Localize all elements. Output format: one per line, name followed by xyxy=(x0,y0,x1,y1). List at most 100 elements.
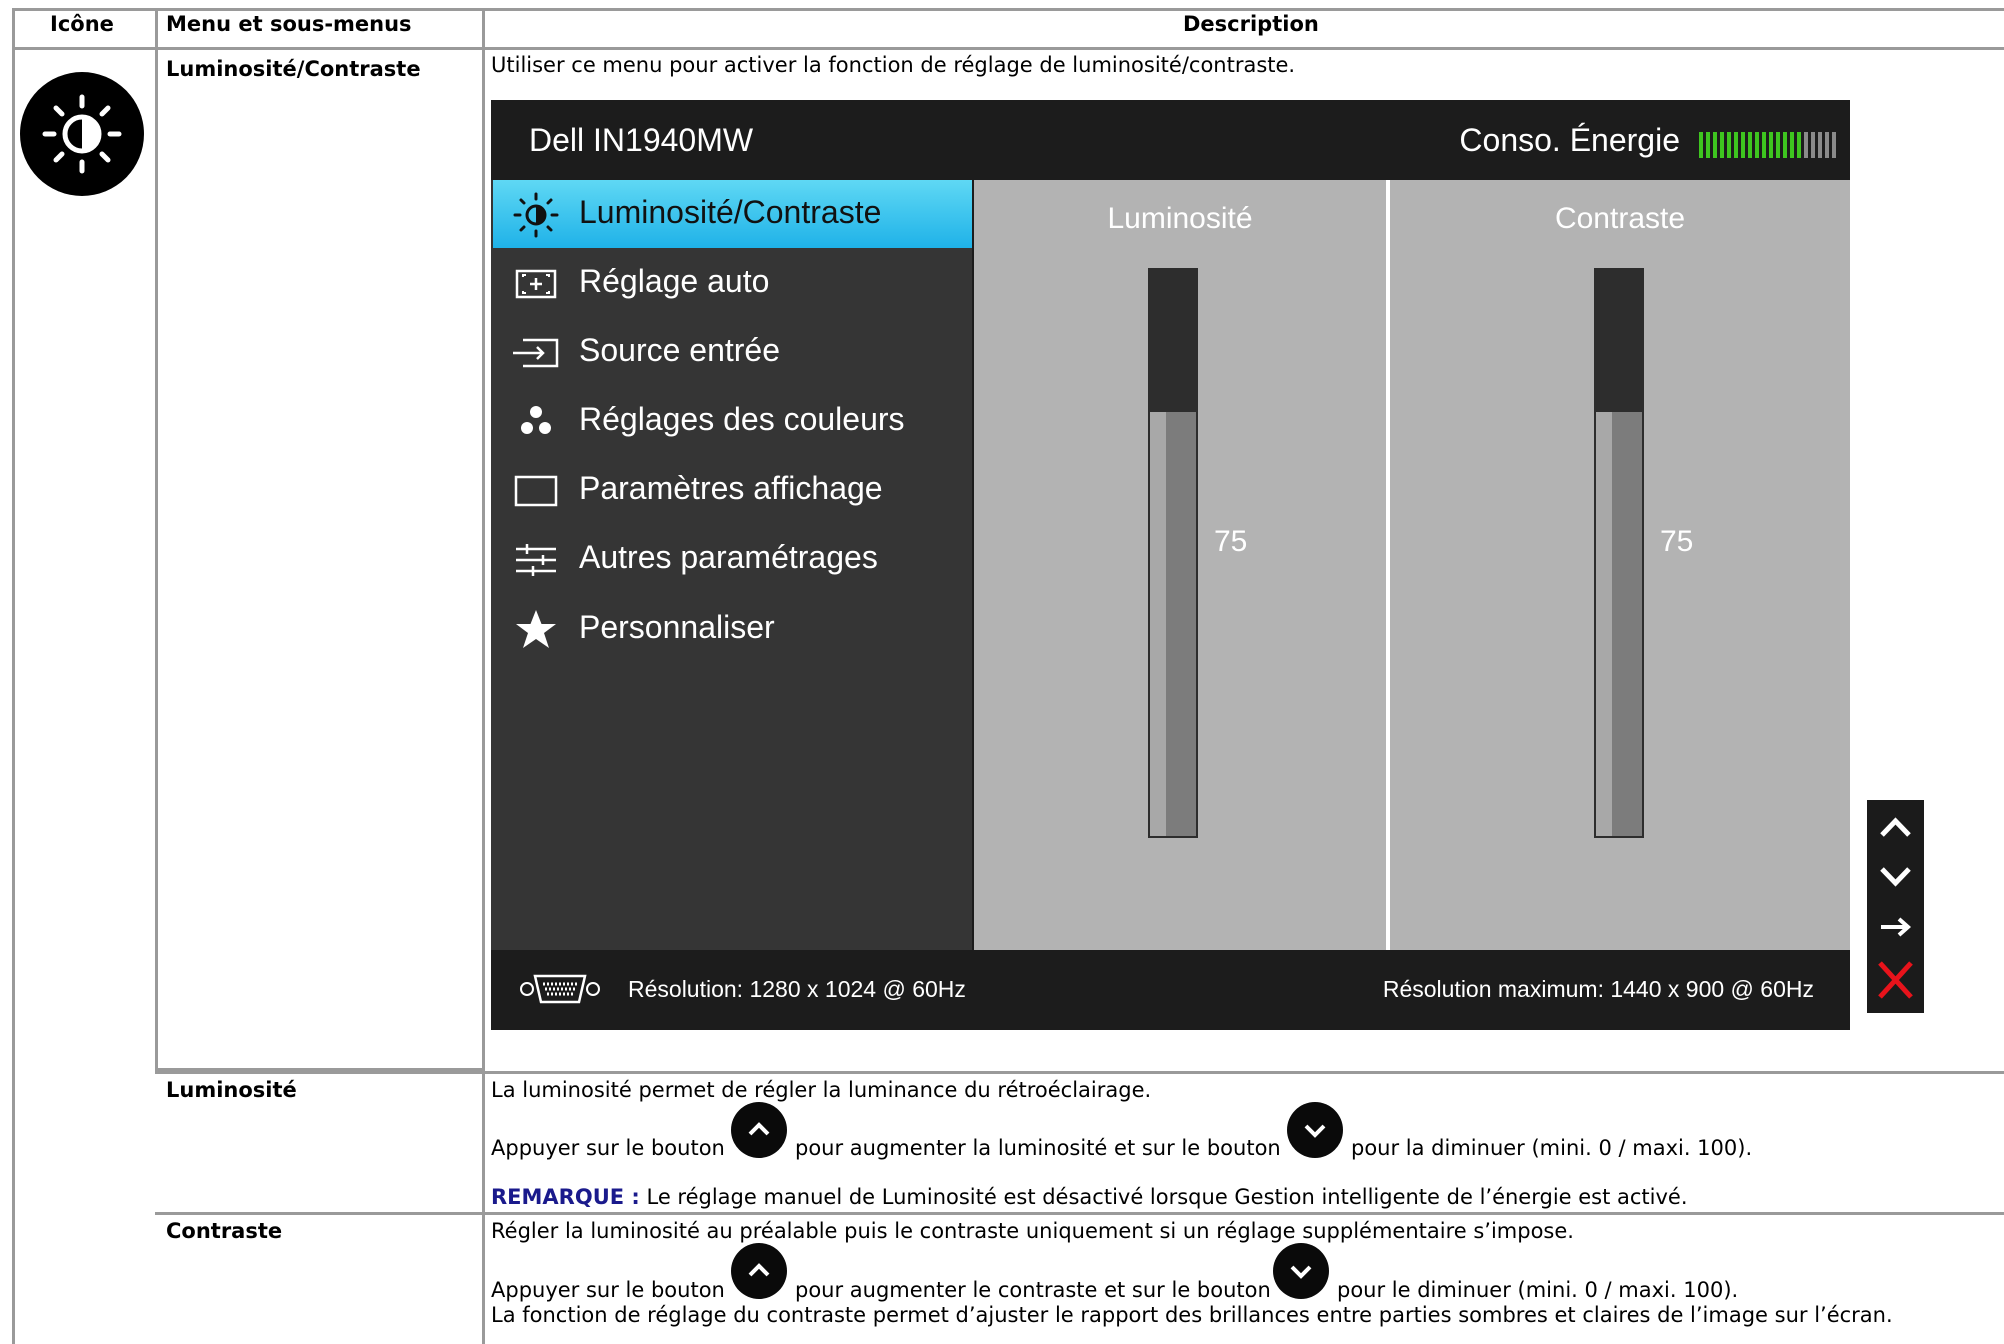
osd-menu-label: Autres paramétrages xyxy=(579,539,878,575)
osd-max-resolution: Résolution maximum: 1440 x 900 @ 60Hz xyxy=(1382,976,1814,1002)
energy-segment xyxy=(1748,132,1752,158)
brightness-panel: Luminosité 75 xyxy=(974,180,1386,950)
header-menu: Menu et sous-menus xyxy=(166,12,412,36)
energy-segment xyxy=(1741,132,1745,158)
down-button xyxy=(1287,1102,1343,1158)
brightness-instruction-a: Appuyer sur le bouton xyxy=(491,1136,725,1160)
right-arrow-icon[interactable] xyxy=(1867,902,1924,952)
brightness-slider[interactable] xyxy=(1148,268,1198,838)
osd-energy-label: Conso. Énergie xyxy=(1459,122,1680,158)
row-2-bottom-border xyxy=(155,1212,2004,1215)
star-icon xyxy=(516,610,556,648)
brightness-panel-title: Luminosité xyxy=(1107,202,1253,235)
other-settings-icon xyxy=(516,544,556,576)
brightness-slider-fill xyxy=(1150,411,1196,836)
note-label: REMARQUE : xyxy=(491,1185,640,1209)
menu-label-contrast: Contraste xyxy=(166,1219,283,1243)
osd-menu-label: Paramètres affichage xyxy=(579,470,883,506)
energy-segment xyxy=(1804,132,1808,158)
osd-menu-label: Personnaliser xyxy=(579,609,775,645)
header-bottom-border xyxy=(12,47,2004,50)
table-top-border xyxy=(12,8,2004,11)
osd-menu-item-auto-adjust[interactable]: Réglage auto xyxy=(493,249,972,317)
osd-menu-item-personalize[interactable]: Personnaliser xyxy=(493,595,972,663)
contrast-instruction-b: pour augmenter le contraste et sur le bo… xyxy=(795,1278,1271,1302)
osd-menu-item-input-source[interactable]: Source entrée xyxy=(493,318,972,386)
menu-column-border xyxy=(482,8,485,1344)
osd-menu-item-other-settings[interactable]: Autres paramétrages xyxy=(493,525,972,593)
contrast-description: Régler la luminosité au préalable puis l… xyxy=(491,1219,1574,1243)
energy-segment xyxy=(1727,132,1731,158)
brightness-value: 75 xyxy=(1214,525,1248,558)
brightness-icon xyxy=(513,192,559,238)
energy-segment xyxy=(1720,132,1724,158)
contrast-panel: Contraste 75 xyxy=(1390,180,1850,950)
energy-segment xyxy=(1755,132,1759,158)
osd-title: Dell IN1940MW xyxy=(529,122,754,158)
energy-segment xyxy=(1776,132,1780,158)
contrast-explanation: La fonction de réglage du contraste perm… xyxy=(491,1303,1893,1327)
energy-segment xyxy=(1783,132,1787,158)
energy-segment xyxy=(1734,132,1738,158)
osd-menu-item-color-settings[interactable]: Réglages des couleurs xyxy=(493,387,972,455)
auto-adjust-icon xyxy=(515,269,557,299)
contrast-slider[interactable] xyxy=(1594,268,1644,838)
osd-menu: Luminosité/Contraste Réglage auto Source… xyxy=(491,180,972,950)
up-arrow-icon[interactable] xyxy=(1867,802,1924,852)
icon-column-border xyxy=(155,8,158,1072)
down-button xyxy=(1273,1243,1329,1299)
header-icon: Icône xyxy=(50,12,114,36)
row-1-bottom-border xyxy=(155,1071,2004,1074)
contrast-instruction-c: pour le diminuer (mini. 0 / maxi. 100). xyxy=(1337,1278,1739,1302)
energy-segment xyxy=(1699,132,1703,158)
osd-screenshot: Dell IN1940MW Conso. Énergie Luminosité/… xyxy=(491,100,1850,1030)
energy-segment xyxy=(1713,132,1717,158)
contrast-value: 75 xyxy=(1660,525,1694,558)
menu-label-brightness: Luminosité xyxy=(166,1078,297,1102)
brightness-note: REMARQUE : Le réglage manuel de Luminosi… xyxy=(491,1185,1688,1209)
energy-segment xyxy=(1769,132,1773,158)
energy-segment xyxy=(1811,132,1815,158)
down-arrow-icon[interactable] xyxy=(1867,852,1924,902)
color-settings-icon xyxy=(521,406,551,434)
down-chevron-icon xyxy=(1290,1265,1312,1279)
energy-segment xyxy=(1832,132,1836,158)
energy-meter xyxy=(1699,132,1836,158)
osd-footer: Résolution: 1280 x 1024 @ 60Hz Résolutio… xyxy=(491,950,1850,1030)
up-button xyxy=(731,1102,787,1158)
osd-menu-label: Réglage auto xyxy=(579,263,770,299)
contrast-slider-fill xyxy=(1596,411,1642,836)
note-text: Le réglage manuel de Luminosité est désa… xyxy=(646,1185,1688,1209)
input-source-icon xyxy=(513,338,559,368)
display-settings-icon xyxy=(514,475,558,507)
osd-nav-buttons xyxy=(1867,800,1924,1013)
energy-segment xyxy=(1790,132,1794,158)
up-chevron-icon xyxy=(748,1122,770,1136)
osd-resolution: Résolution: 1280 x 1024 @ 60Hz xyxy=(628,976,966,1002)
up-button xyxy=(731,1243,787,1299)
energy-segment xyxy=(1797,132,1801,158)
table-left-border xyxy=(12,8,15,1344)
vga-connector-icon xyxy=(520,974,600,1004)
up-chevron-icon xyxy=(748,1263,770,1277)
osd-menu-label: Source entrée xyxy=(579,332,781,368)
energy-segment xyxy=(1706,132,1710,158)
osd-menu-item-display-settings[interactable]: Paramètres affichage xyxy=(493,456,972,524)
energy-segment xyxy=(1762,132,1766,158)
down-chevron-icon xyxy=(1304,1124,1326,1138)
contrast-instruction-a: Appuyer sur le bouton xyxy=(491,1278,725,1302)
menu-label-brightness-contrast: Luminosité/Contraste xyxy=(166,57,421,81)
osd-menu-item-brightness-contrast[interactable]: Luminosité/Contraste xyxy=(493,180,972,248)
brightness-instruction-c: pour la diminuer (mini. 0 / maxi. 100). xyxy=(1351,1136,1753,1160)
brightness-contrast-icon xyxy=(20,72,144,196)
osd-menu-label: Réglages des couleurs xyxy=(579,401,905,437)
header-description: Description xyxy=(1183,12,1319,36)
close-icon[interactable] xyxy=(1867,955,1924,1005)
contrast-panel-title: Contraste xyxy=(1554,202,1686,235)
brightness-description: La luminosité permet de régler la lumina… xyxy=(491,1078,1152,1102)
description-brightness-contrast: Utiliser ce menu pour activer la fonctio… xyxy=(491,53,1296,77)
energy-segment xyxy=(1825,132,1829,158)
osd-menu-label: Luminosité/Contraste xyxy=(579,194,882,230)
energy-segment xyxy=(1818,132,1822,158)
brightness-instruction-b: pour augmenter la luminosité et sur le b… xyxy=(795,1136,1281,1160)
